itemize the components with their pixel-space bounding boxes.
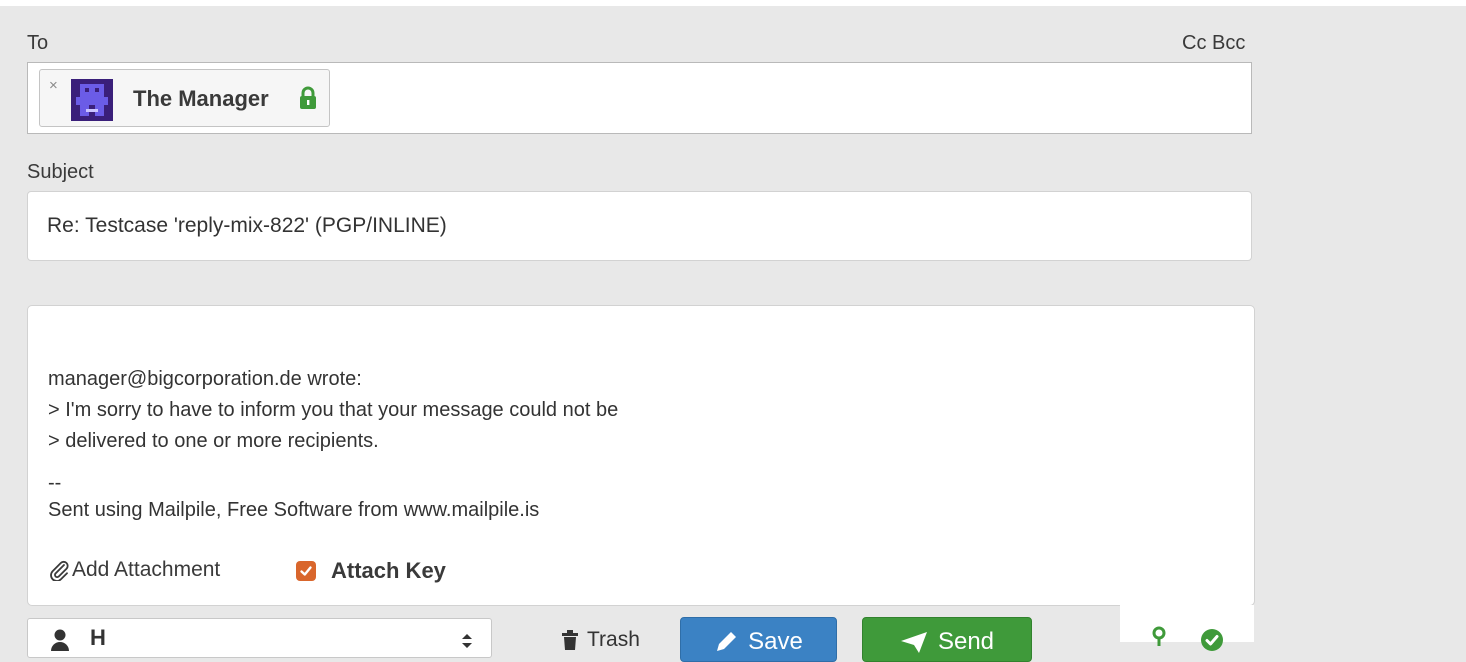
pencil-icon xyxy=(717,632,737,651)
send-label: Send xyxy=(937,628,995,655)
to-label: To xyxy=(27,32,49,54)
recipient-chip[interactable]: × The Manager xyxy=(39,69,330,127)
to-field[interactable]: × The Manager xyxy=(27,62,1252,134)
save-button[interactable]: Save xyxy=(680,617,837,662)
remove-recipient-icon[interactable]: × xyxy=(49,78,58,93)
body-line: > I'm sorry to have to inform you that y… xyxy=(48,399,619,421)
cc-link[interactable]: Cc xyxy=(1182,32,1206,55)
send-button[interactable]: Send xyxy=(862,617,1032,662)
status-panel xyxy=(1120,605,1254,642)
body-line: -- xyxy=(48,472,62,494)
robot-avatar-icon xyxy=(71,79,113,121)
trash-button[interactable]: Trash xyxy=(562,628,640,652)
save-label: Save xyxy=(748,628,803,655)
bcc-link[interactable]: Bcc xyxy=(1212,32,1245,55)
person-icon xyxy=(51,629,69,651)
message-body-editor[interactable]: manager@bigcorporation.de wrote: > I'm so… xyxy=(27,305,1255,606)
paper-plane-icon xyxy=(900,632,927,653)
add-attachment-label: Add Attachment xyxy=(72,558,221,581)
trash-label: Trash xyxy=(587,628,640,651)
from-identity-select[interactable]: H xyxy=(27,618,492,658)
key-icon xyxy=(1152,626,1166,646)
attach-key-checkbox[interactable] xyxy=(296,561,316,581)
verified-check-icon xyxy=(1201,629,1223,651)
attach-key-label: Attach Key xyxy=(331,558,446,583)
select-caret-icon xyxy=(462,634,472,648)
message-body-text[interactable]: manager@bigcorporation.de wrote: > I'm so… xyxy=(48,364,1228,526)
checkmark-icon xyxy=(300,566,312,576)
body-line: > delivered to one or more recipients. xyxy=(48,430,379,452)
trash-icon xyxy=(562,630,578,650)
body-line xyxy=(48,457,1228,471)
add-attachment-button[interactable]: Add Attachment xyxy=(48,558,220,582)
body-line: Sent using Mailpile, Free Software from … xyxy=(48,499,540,521)
subject-label: Subject xyxy=(27,161,94,183)
body-line: manager@bigcorporation.de wrote: xyxy=(48,368,362,390)
lock-icon xyxy=(300,86,316,109)
top-edge xyxy=(0,0,1466,6)
paperclip-icon xyxy=(50,560,69,581)
attach-key-toggle[interactable]: Attach Key xyxy=(296,558,446,584)
recipient-name: The Manager xyxy=(133,86,269,111)
subject-input[interactable] xyxy=(27,191,1252,261)
from-identity-value: H xyxy=(90,625,106,650)
